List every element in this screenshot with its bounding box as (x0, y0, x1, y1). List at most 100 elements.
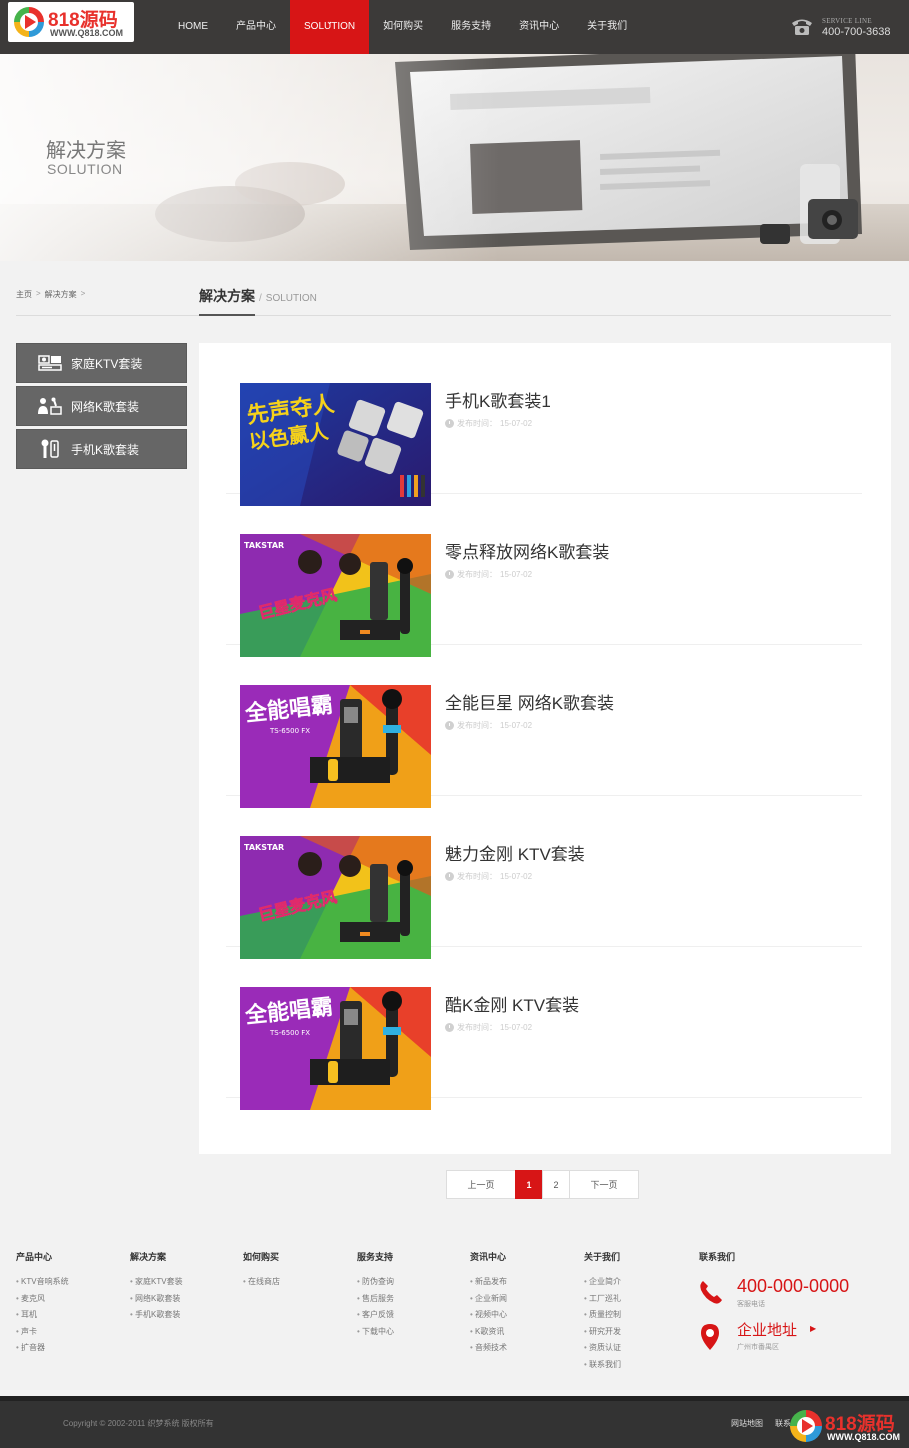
footer-link[interactable]: 耳机 (16, 1307, 116, 1324)
pagination-next-button[interactable]: 下一页 (569, 1170, 639, 1199)
footer-link[interactable]: 售后服务 (357, 1291, 457, 1308)
section-subtitle: SOLUTION (265, 293, 317, 304)
footer-link[interactable]: 麦克风 (16, 1291, 116, 1308)
item-title[interactable]: 魅力金刚 KTV套装 (445, 840, 585, 865)
clock-icon (445, 721, 454, 730)
item-title[interactable]: 酷K金刚 KTV套装 (445, 991, 579, 1016)
pagination-page-2[interactable]: 2 (542, 1170, 570, 1199)
footer-contact-address-detail: 广州市番禺区 (737, 1344, 779, 1351)
item-thumbnail[interactable]: 全能唱霸 TS-6500 FX (240, 685, 431, 808)
item-date-label: 发布时间： (457, 721, 497, 730)
footer-link[interactable]: 下载中心 (357, 1324, 457, 1341)
item-date-value: 15-07-02 (500, 419, 533, 428)
item-title[interactable]: 零点释放网络K歌套装 (445, 538, 609, 563)
footer-column-products: 产品中心 KTV音响系统 麦克风 耳机 声卡 扩音器 (16, 1250, 116, 1357)
footer-link[interactable]: 手机K歌套装 (130, 1307, 230, 1324)
item-thumbnail[interactable]: 巨星麦克风 TAKSTAR (240, 534, 431, 657)
breadcrumb-separator: > (36, 289, 41, 298)
item-thumbnail[interactable]: 全能唱霸 TS-6500 FX (240, 987, 431, 1110)
phone-icon (792, 19, 812, 35)
clock-icon (445, 872, 454, 881)
nav-support[interactable]: 服务支持 (437, 0, 505, 54)
main-nav: HOME 产品中心 SOLUTION 如何购买 服务支持 资讯中心 关于我们 (164, 0, 641, 54)
section-title: 解决方案 (199, 288, 255, 304)
footer-link[interactable]: K歌资讯 (470, 1324, 570, 1341)
nav-how-to-buy[interactable]: 如何购买 (369, 0, 437, 54)
svg-text:TS-6500 FX: TS-6500 FX (269, 1029, 310, 1037)
nav-solution[interactable]: SOLUTION (290, 0, 370, 54)
item-date-label: 发布时间： (457, 1023, 497, 1032)
item-thumbnail[interactable]: 先声夺人 以色赢人 (240, 383, 431, 506)
pagination-page-1[interactable]: 1 (515, 1170, 543, 1199)
item-date-label: 发布时间： (457, 570, 497, 579)
footer-link[interactable]: 企业新闻 (470, 1291, 570, 1308)
footer-link[interactable]: 资质认证 (584, 1340, 684, 1357)
site-logo[interactable]: 818源码 WWW.Q818.COM (8, 2, 134, 42)
footer-link[interactable]: 网络K歌套装 (130, 1291, 230, 1308)
site-header: 818源码 WWW.Q818.COM HOME 产品中心 SOLUTION 如何… (0, 0, 909, 54)
footer-link[interactable]: 企业简介 (584, 1274, 684, 1291)
arrow-right-icon: ▶ (810, 1324, 817, 1333)
footer-link[interactable]: 质量控制 (584, 1307, 684, 1324)
item-date: 发布时间： 15-07-02 (445, 569, 532, 580)
item-date: 发布时间： 15-07-02 (445, 1022, 532, 1033)
footer-link[interactable]: 新品发布 (470, 1274, 570, 1291)
watermark-url: WWW.Q818.COM (827, 1432, 901, 1442)
footer-link[interactable]: KTV音响系统 (16, 1274, 116, 1291)
breadcrumb: 主页 > 解决方案 > (16, 289, 85, 300)
ktv-set-icon (38, 355, 62, 371)
sitemap-link[interactable]: 网站地图 (731, 1418, 763, 1429)
footer-link[interactable]: 家庭KTV套装 (130, 1274, 230, 1291)
item-thumbnail[interactable]: 巨星麦克风 TAKSTAR (240, 836, 431, 959)
clock-icon (445, 570, 454, 579)
footer-link[interactable]: 防伪查询 (357, 1274, 457, 1291)
service-line-label: SERVICE LINE (822, 17, 872, 25)
breadcrumb-current[interactable]: 解决方案 (45, 289, 77, 300)
list-item[interactable]: 巨星麦克风 TAKSTAR 零点释放网络K歌套装 发布时间： 15-07-02 (226, 494, 862, 657)
nav-home[interactable]: HOME (164, 0, 222, 54)
section-title-underline (199, 314, 255, 316)
list-item[interactable]: 全能唱霸 TS-6500 FX 全能巨星 网络K歌套装 发布时间： 15-07-… (226, 645, 862, 808)
sidebar-item-home-ktv[interactable]: 家庭KTV套装 (16, 343, 187, 383)
breadcrumb-separator: > (80, 289, 86, 298)
footer-link[interactable]: 研究开发 (584, 1324, 684, 1341)
footer-link[interactable]: 客户反馈 (357, 1307, 457, 1324)
footer-link[interactable]: 音频技术 (470, 1340, 570, 1357)
footer-contact-phone[interactable]: 400-000-0000 (737, 1276, 849, 1297)
footer-link[interactable]: 声卡 (16, 1324, 116, 1341)
singer-icon (38, 397, 62, 415)
footer-link[interactable]: 在线商店 (243, 1274, 343, 1291)
service-line-phone: 400-700-3638 (822, 26, 891, 38)
footer-link[interactable]: 联系我们 (584, 1357, 684, 1374)
breadcrumb-home[interactable]: 主页 (16, 289, 32, 300)
section-slash: / (259, 293, 262, 304)
nav-products[interactable]: 产品中心 (222, 0, 290, 54)
item-date: 发布时间： 15-07-02 (445, 418, 532, 429)
banner-title: 解决方案 (46, 140, 126, 162)
footer-contact-address[interactable]: 企业地址 (737, 1319, 797, 1340)
list-item[interactable]: 全能唱霸 TS-6500 FX 酷K金刚 KTV套装 发布时间： 15-07-0… (226, 947, 862, 1110)
nav-news[interactable]: 资讯中心 (505, 0, 573, 54)
list-item[interactable]: 先声夺人 以色赢人 手机K歌套装1 发布时间： 15-07-02 (226, 343, 862, 506)
sidebar-item-mobile-karaoke[interactable]: 手机K歌套装 (16, 429, 187, 469)
nav-about[interactable]: 关于我们 (573, 0, 641, 54)
sidebar-item-label: 网络K歌套装 (71, 399, 140, 414)
list-item[interactable]: 巨星麦克风 TAKSTAR 魅力金刚 KTV套装 发布时间： 15-07-02 (226, 796, 862, 959)
svg-text:TAKSTAR: TAKSTAR (244, 843, 284, 852)
footer-column-support: 服务支持 防伪查询 售后服务 客户反馈 下载中心 (357, 1250, 457, 1340)
item-date-value: 15-07-02 (500, 872, 533, 881)
pagination: 上一页 1 2 下一页 (446, 1170, 639, 1199)
page-banner: 解决方案 SOLUTION (0, 54, 909, 261)
item-date-value: 15-07-02 (500, 1023, 533, 1032)
sidebar-item-online-karaoke[interactable]: 网络K歌套装 (16, 386, 187, 426)
footer-link[interactable]: 视频中心 (470, 1307, 570, 1324)
logo-url: WWW.Q818.COM (50, 28, 124, 38)
item-date: 发布时间： 15-07-02 (445, 871, 532, 882)
footer-link[interactable]: 扩音器 (16, 1340, 116, 1357)
footer-link[interactable]: 工厂巡礼 (584, 1291, 684, 1308)
pagination-prev-button[interactable]: 上一页 (446, 1170, 516, 1199)
footer-contact-phone-label: 客服电话 (737, 1301, 765, 1308)
item-title[interactable]: 手机K歌套装1 (445, 387, 551, 412)
svg-text:TS-6500 FX: TS-6500 FX (269, 727, 310, 735)
item-title[interactable]: 全能巨星 网络K歌套装 (445, 689, 614, 714)
